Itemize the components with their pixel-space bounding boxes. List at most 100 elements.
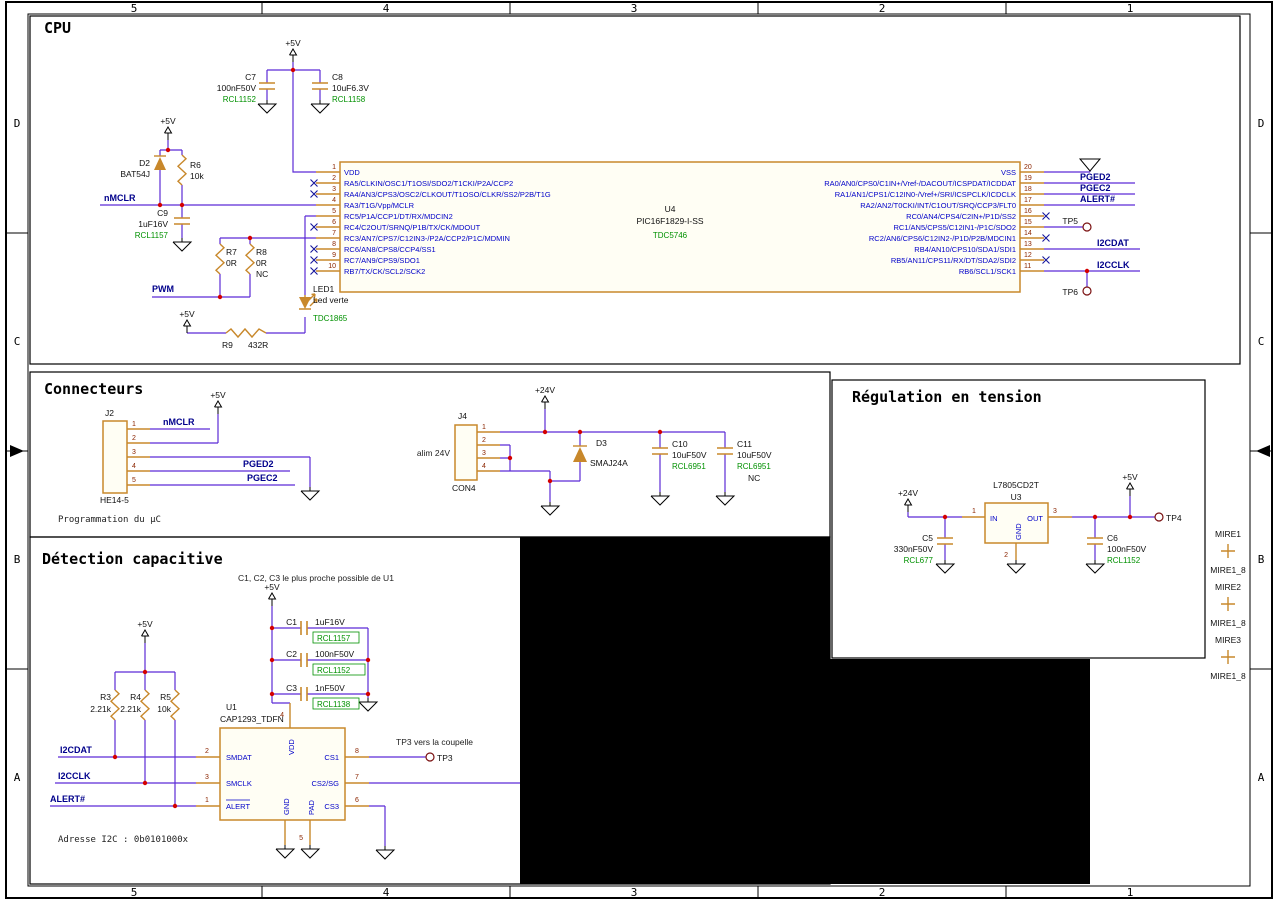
r4-resistor[interactable]: R4 2.21k xyxy=(120,689,150,721)
net-label-nmclr: nMCLR xyxy=(104,193,136,203)
u1-pin-name: CS3 xyxy=(324,802,339,811)
fiducial-cross-icon xyxy=(1221,597,1235,611)
u3-pin-num: 3 xyxy=(1053,508,1057,515)
d2-diode[interactable]: D2 BAT54J xyxy=(120,155,166,179)
r6-value: 10k xyxy=(190,171,204,181)
u1-pin-name-vdd: VDD xyxy=(287,739,296,755)
r7-value: 0R xyxy=(226,258,237,268)
frame-row: C xyxy=(14,335,21,348)
c1-ref: C1 xyxy=(286,617,297,627)
u1-pin-num: 6 xyxy=(355,797,359,804)
frame-col: 5 xyxy=(131,2,138,15)
u3-value: L7805CD2T xyxy=(993,480,1039,490)
r6-resistor[interactable]: R6 10k xyxy=(177,154,204,186)
u4-pin-num: 19 xyxy=(1024,175,1032,182)
u3-regulator[interactable]: L7805CD2T U3 IN OUT GND 1 3 2 xyxy=(962,480,1072,560)
frame-col: 2 xyxy=(879,886,886,899)
tp5-testpoint[interactable]: TP5 xyxy=(1062,216,1092,232)
mire1-fp: MIRE1_8 xyxy=(1210,565,1246,575)
frame-row: D xyxy=(14,117,21,130)
tp6-testpoint[interactable]: TP6 xyxy=(1062,286,1092,297)
c2-value: 100nF50V xyxy=(315,649,355,659)
u1-pin-num: 4 xyxy=(280,712,284,719)
u1-cap1293[interactable]: U1 CAP1293_TDFN 2 3 1 SMDAT SMCLK ALERT … xyxy=(196,702,369,845)
c7-ref: C7 xyxy=(245,72,256,82)
u4-pin-name: RB4/AN10/CPS10/SDA1/SDI1 xyxy=(914,245,1016,254)
gnd-symbol xyxy=(650,491,670,506)
c1-capacitor[interactable]: C1 1uF16V RCL1157 xyxy=(286,617,360,644)
led1-ref: LED1 xyxy=(313,284,335,294)
c11-ref: C11 xyxy=(737,439,752,449)
frame-col: 4 xyxy=(383,2,390,15)
net-label-pged2: PGED2 xyxy=(1080,172,1111,182)
u4-pin-num: 8 xyxy=(332,241,336,248)
j4-connector[interactable]: J4 CON4 1 2 3 4 xyxy=(452,411,500,493)
u4-pin-num: 16 xyxy=(1024,208,1032,215)
c10-ref: C10 xyxy=(672,439,688,449)
u4-pin-name: RA5/CLKIN/OSC1/T1OSI/SDO2/T1CKI/P2A/CCP2 xyxy=(344,179,513,188)
u4-pin-num: 7 xyxy=(332,230,336,237)
r8-value: 0R xyxy=(256,258,267,268)
r7-resistor[interactable]: R7 0R xyxy=(215,243,237,275)
regulation-section: +24V +5V L7805CD2T U3 IN OUT GND 1 3 2 C… xyxy=(894,472,1246,681)
fiducial-cross-icon xyxy=(1221,650,1235,664)
u3-pin-gnd: GND xyxy=(1014,523,1023,540)
u4-pin-num: 17 xyxy=(1024,197,1032,204)
c6-capacitor[interactable]: C6 100nF50V RCL1152 xyxy=(1086,533,1147,565)
gnd-symbol xyxy=(300,486,320,501)
u4-pin-name: RB7/TX/CK/SCL2/SCK2 xyxy=(344,267,425,276)
frame-arrow-right xyxy=(1256,445,1270,457)
r5-resistor[interactable]: R5 10k xyxy=(157,689,180,721)
r3-resistor[interactable]: R3 2.21k xyxy=(90,689,120,721)
u3-pin-in: IN xyxy=(990,514,998,523)
d3-tvs-diode[interactable]: D3 SMAJ24A xyxy=(573,438,628,468)
c3-capacitor[interactable]: C3 1nF50V RCL1138 xyxy=(286,683,360,710)
c3-code: RCL1138 xyxy=(317,700,351,709)
tp4-testpoint[interactable]: TP4 xyxy=(1154,512,1182,523)
frame-arrow-left xyxy=(10,445,24,457)
p5v-label: +5V xyxy=(285,38,301,48)
u4-pic16f1829[interactable]: U4 PIC16F1829-I-SS TDC5746 1 2 3 4 5 6 7… xyxy=(309,161,1051,293)
u1-pin-name: CS2/SG xyxy=(311,779,339,788)
tp3-testpoint[interactable]: TP3 xyxy=(425,752,453,763)
c2-capacitor[interactable]: C2 100nF50V RCL1152 xyxy=(286,649,366,676)
j2-pin-num: 2 xyxy=(132,435,136,442)
u3-pin-num: 1 xyxy=(972,508,976,515)
schematic-sheet: 5 4 3 2 1 5 4 3 2 1 D C B A D C B A CPU … xyxy=(0,0,1280,906)
j2-connector[interactable]: J2 HE14-5 1 2 3 4 5 xyxy=(100,408,150,505)
u1-pin-name: SMDAT xyxy=(226,753,252,762)
c2-ref: C2 xyxy=(286,649,297,659)
net-label-alert: ALERT# xyxy=(50,794,85,804)
u1-pin-name: CS1 xyxy=(324,753,339,762)
u4-pin-num: 13 xyxy=(1024,241,1032,248)
u1-pin-num: 8 xyxy=(355,748,359,755)
r7-ref: R7 xyxy=(226,247,237,257)
r9-resistor[interactable]: R9 432R xyxy=(222,328,268,350)
u4-pin-name: RA2/AN2/T0CKI/INT/C1OUT/SRQ/CCP3/FLT0 xyxy=(860,201,1016,210)
mire1-name: MIRE1 xyxy=(1215,529,1241,539)
c8-code: RCL1158 xyxy=(332,95,366,104)
tp6-label: TP6 xyxy=(1062,287,1078,297)
connecteurs-junctions xyxy=(507,429,663,484)
detection-section: C1, C2, C3 le plus proche possible de U1… xyxy=(50,573,520,860)
r9-ref: R9 xyxy=(222,340,233,350)
j4-value: CON4 xyxy=(452,483,476,493)
gnd-symbol xyxy=(540,501,560,516)
u4-pin-num: 2 xyxy=(332,175,336,182)
gnd-symbol xyxy=(310,99,330,114)
r8-resistor[interactable]: R8 0R NC xyxy=(245,243,268,279)
p5v-arrow xyxy=(214,400,222,415)
schematic-canvas: 5 4 3 2 1 5 4 3 2 1 D C B A D C B A CPU … xyxy=(5,1,1273,899)
frame-col: 1 xyxy=(1127,2,1134,15)
c7-capacitor[interactable]: C7 100nF50V RCL1152 xyxy=(217,72,276,104)
j4-ref: J4 xyxy=(458,411,467,421)
u4-pin-num: 11 xyxy=(1024,263,1031,270)
gnd-symbol xyxy=(358,697,378,712)
c1-value: 1uF16V xyxy=(315,617,345,627)
c5-capacitor[interactable]: C5 330nF50V RCL677 xyxy=(894,533,954,565)
mire2-fp: MIRE1_8 xyxy=(1210,618,1246,628)
p5v-label: +5V xyxy=(210,390,226,400)
frame-row: C xyxy=(1258,335,1265,348)
c6-ref: C6 xyxy=(1107,533,1118,543)
u4-pin-name: RC7/AN9/CPS9/SDO1 xyxy=(344,256,420,265)
